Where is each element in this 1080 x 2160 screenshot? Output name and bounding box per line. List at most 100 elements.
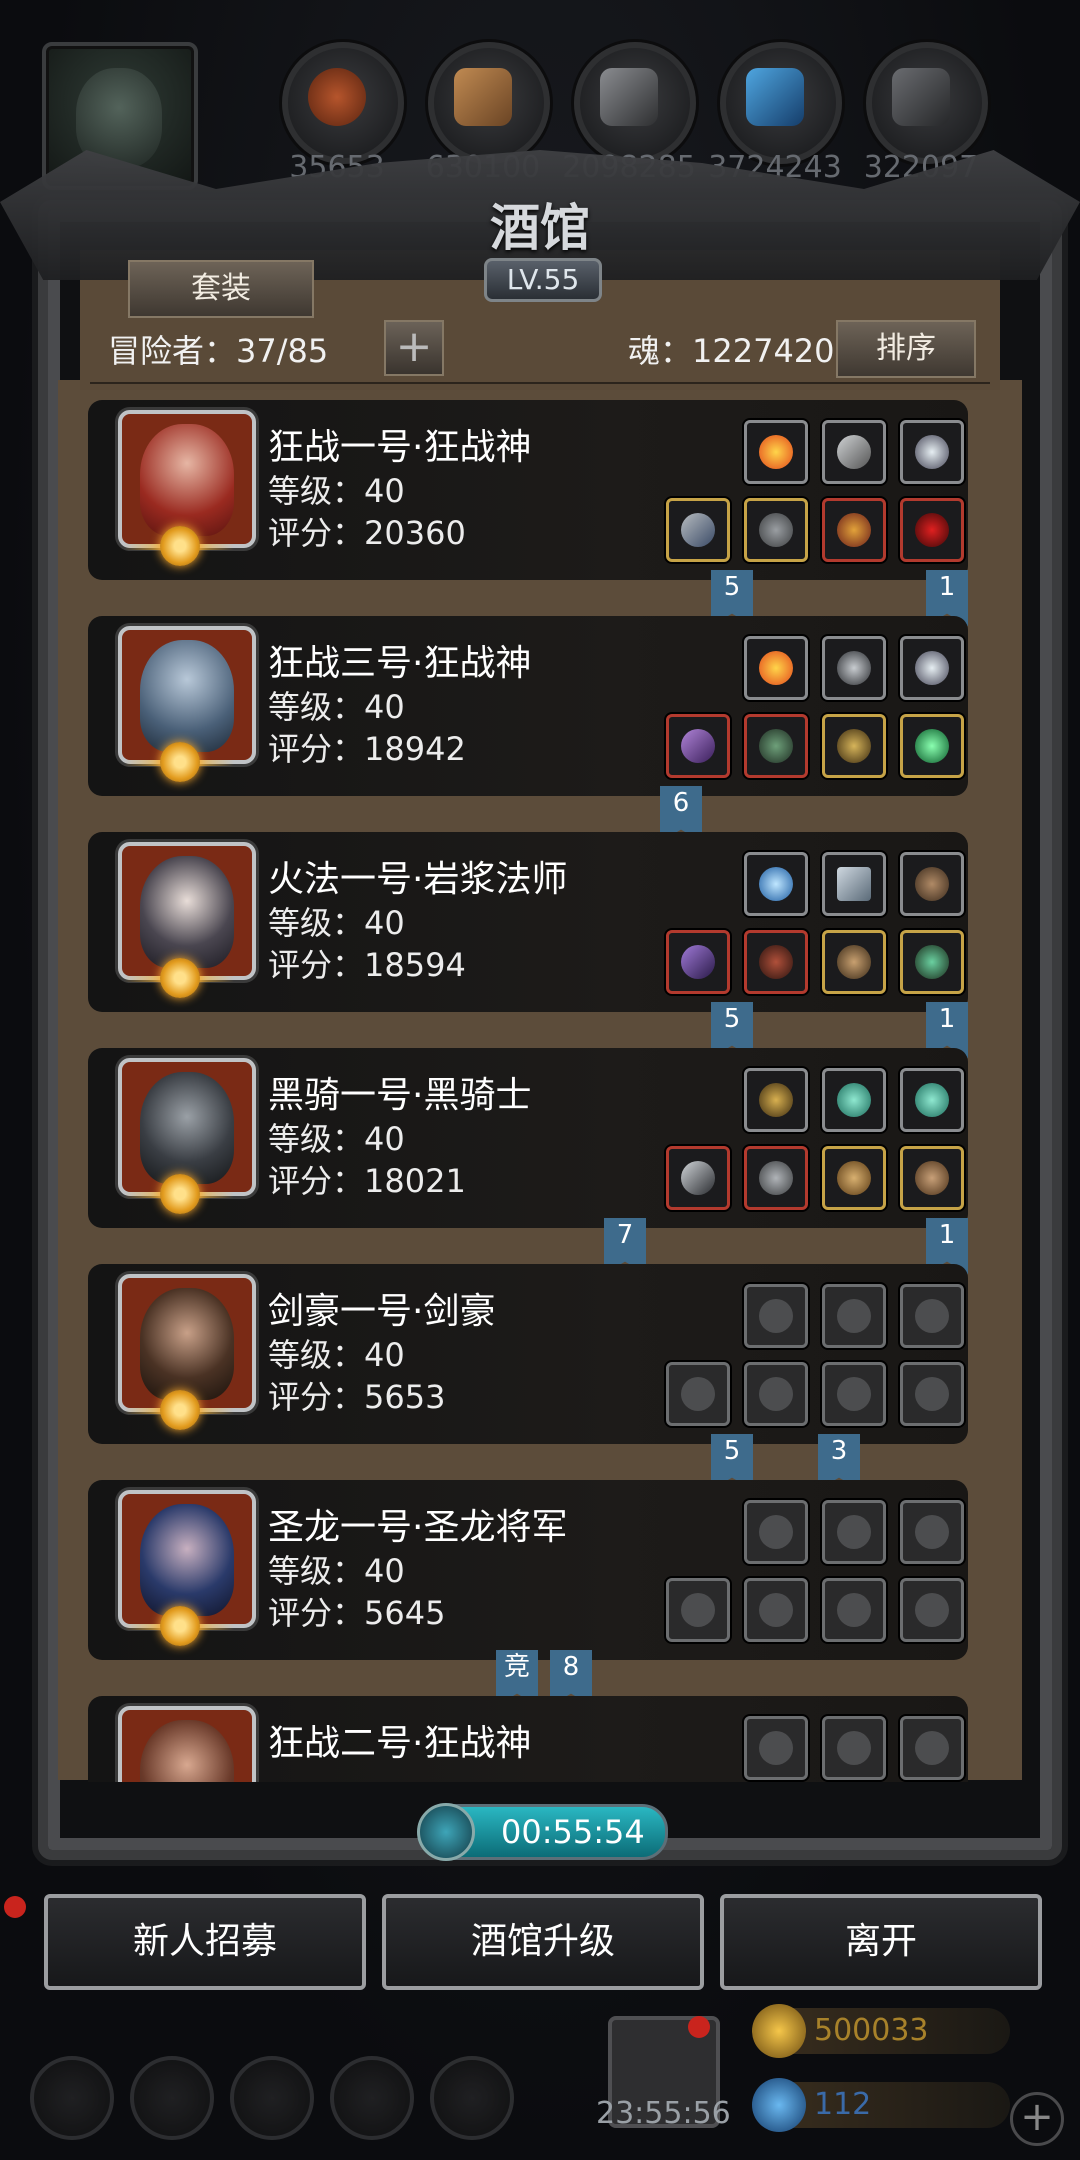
hero-name: 狂战二号·狂战神 bbox=[268, 1723, 532, 1764]
amulet-icon[interactable] bbox=[900, 930, 964, 994]
hero-name: 火法一号·岩浆法师 bbox=[268, 859, 568, 900]
hero-score: 评分：18942 bbox=[268, 730, 466, 768]
skill-mask-icon[interactable] bbox=[822, 636, 886, 700]
empty-ring-slot-icon[interactable] bbox=[822, 1578, 886, 1642]
weapon-axe-icon[interactable] bbox=[666, 714, 730, 778]
hero-portrait bbox=[118, 1706, 256, 1782]
empty-armor-slot-icon[interactable] bbox=[744, 1362, 808, 1426]
hero-card[interactable]: 狂战三号·狂战神 等级：40 评分：18942 bbox=[88, 616, 968, 796]
armor-robe-icon[interactable] bbox=[744, 930, 808, 994]
skill-helmet-icon[interactable] bbox=[744, 1068, 808, 1132]
armor-plate-icon[interactable] bbox=[744, 1146, 808, 1210]
empty-armor-slot-icon[interactable] bbox=[744, 1578, 808, 1642]
map-icon[interactable] bbox=[230, 2056, 314, 2140]
ring-icon[interactable] bbox=[822, 1146, 886, 1210]
hero-level: 等级：40 bbox=[268, 688, 405, 726]
iron-resource-icon[interactable] bbox=[574, 42, 696, 164]
skill-gem-icon[interactable] bbox=[822, 1068, 886, 1132]
empty-weapon-slot-icon[interactable] bbox=[666, 1578, 730, 1642]
hero-list[interactable]: 狂战一号·狂战神 等级：40 评分：20360 5 1 狂战三号·狂战神 等级：… bbox=[58, 392, 1022, 1782]
hero-card[interactable]: 剑豪一号·剑豪 等级：40 评分：5653 bbox=[88, 1264, 968, 1444]
hero-score: 评分：5645 bbox=[268, 1594, 446, 1632]
empty-ring-slot-icon[interactable] bbox=[900, 1578, 964, 1642]
gauntlet-icon[interactable] bbox=[900, 1146, 964, 1210]
empty-weapon-slot-icon[interactable] bbox=[666, 1362, 730, 1426]
empty-fire-slot-icon[interactable] bbox=[744, 1716, 808, 1780]
armor-chest-icon[interactable] bbox=[744, 498, 808, 562]
rank-emblem-icon bbox=[124, 1166, 234, 1222]
skill-star-icon[interactable] bbox=[900, 636, 964, 700]
empty-fire-slot-icon[interactable] bbox=[744, 1500, 808, 1564]
skill-feather-icon[interactable] bbox=[822, 420, 886, 484]
weapon-axe-icon[interactable] bbox=[666, 498, 730, 562]
empty-star-slot-icon[interactable] bbox=[900, 1716, 964, 1780]
rank-emblem-icon bbox=[124, 1382, 234, 1438]
leave-button[interactable]: 离开 bbox=[720, 1894, 1042, 1990]
rank-emblem-icon bbox=[124, 734, 234, 790]
hero-card[interactable]: 黑骑一号·黑骑士 等级：40 评分：18021 bbox=[88, 1048, 968, 1228]
hero-name: 狂战三号·狂战神 bbox=[268, 643, 532, 684]
mail-icon[interactable] bbox=[330, 2056, 414, 2140]
hero-score: 评分：5653 bbox=[268, 1378, 446, 1416]
empty-fire-slot-icon[interactable] bbox=[744, 1284, 808, 1348]
empty-star-slot-icon[interactable] bbox=[822, 1716, 886, 1780]
gift-notification-dot bbox=[688, 2016, 710, 2038]
hero-card[interactable]: 圣龙一号·圣龙将军 等级：40 评分：5645 bbox=[88, 1480, 968, 1660]
empty-star-slot-icon[interactable] bbox=[822, 1500, 886, 1564]
sort-button[interactable]: 排序 bbox=[836, 320, 976, 378]
hero-name: 圣龙一号·圣龙将军 bbox=[268, 1507, 568, 1548]
hero-level: 等级：40 bbox=[268, 904, 405, 942]
hero-card[interactable]: 狂战二号·狂战神 bbox=[88, 1696, 968, 1782]
hero-score: 评分：20360 bbox=[268, 514, 466, 552]
ring-icon[interactable] bbox=[900, 498, 964, 562]
notification-dot bbox=[4, 1896, 26, 1918]
gem-icon bbox=[752, 2078, 806, 2132]
empty-star-slot-icon[interactable] bbox=[900, 1500, 964, 1564]
skill-star-icon[interactable] bbox=[900, 420, 964, 484]
hero-score: 评分：18594 bbox=[268, 946, 466, 984]
gold-amount: 500033 bbox=[814, 2013, 929, 2048]
hero-card[interactable]: 狂战一号·狂战神 等级：40 评分：20360 bbox=[88, 400, 968, 580]
skill-shield-icon[interactable] bbox=[900, 852, 964, 916]
armor-chest-icon[interactable] bbox=[744, 714, 808, 778]
clock-icon bbox=[417, 1803, 475, 1861]
skill-book-icon[interactable] bbox=[822, 852, 886, 916]
hero-level: 等级：40 bbox=[268, 1552, 405, 1590]
handshake-icon[interactable] bbox=[430, 2056, 514, 2140]
stone-resource-icon[interactable] bbox=[866, 42, 988, 164]
empty-star-slot-icon[interactable] bbox=[822, 1284, 886, 1348]
hero-name: 剑豪一号·剑豪 bbox=[268, 1291, 496, 1332]
header-divider bbox=[90, 382, 990, 384]
skill-fire-icon[interactable] bbox=[744, 636, 808, 700]
weapon-sword-icon[interactable] bbox=[666, 1146, 730, 1210]
empty-ring-slot-icon[interactable] bbox=[900, 1362, 964, 1426]
skill-orb-icon[interactable] bbox=[744, 852, 808, 916]
soul-count: 魂：1227420 bbox=[628, 332, 835, 370]
tavern-level-badge: LV.55 bbox=[484, 258, 602, 302]
add-currency-button[interactable]: + bbox=[1010, 2092, 1064, 2146]
meat-resource-icon[interactable] bbox=[282, 42, 404, 164]
gem-icon[interactable] bbox=[900, 714, 964, 778]
gem-amount: 112 bbox=[814, 2087, 872, 2122]
hero-card[interactable]: 火法一号·岩浆法师 等级：40 评分：18594 bbox=[88, 832, 968, 1012]
achievement-star-icon[interactable] bbox=[130, 2056, 214, 2140]
tavern-refresh-timer: 00:55:54 bbox=[417, 1803, 668, 1861]
shield-icon[interactable] bbox=[822, 714, 886, 778]
set-button[interactable]: 套装 bbox=[128, 260, 314, 318]
skill-fire-icon[interactable] bbox=[744, 420, 808, 484]
helmet-icon[interactable] bbox=[822, 930, 886, 994]
recruit-button[interactable]: 新人招募 bbox=[44, 1894, 366, 1990]
hero-name: 黑骑一号·黑骑士 bbox=[268, 1075, 532, 1116]
rank-emblem-icon bbox=[124, 950, 234, 1006]
wood-resource-icon[interactable] bbox=[428, 42, 550, 164]
empty-ring-slot-icon[interactable] bbox=[822, 1362, 886, 1426]
skill-gem-icon[interactable] bbox=[900, 1068, 964, 1132]
medal-icon[interactable] bbox=[822, 498, 886, 562]
add-adventurer-button[interactable]: + bbox=[384, 320, 444, 376]
upgrade-tavern-button[interactable]: 酒馆升级 bbox=[382, 1894, 704, 1990]
crystal-resource-icon[interactable] bbox=[720, 42, 842, 164]
settings-gear-icon[interactable] bbox=[30, 2056, 114, 2140]
hero-level: 等级：40 bbox=[268, 1336, 405, 1374]
empty-star-slot-icon[interactable] bbox=[900, 1284, 964, 1348]
weapon-staff-icon[interactable] bbox=[666, 930, 730, 994]
